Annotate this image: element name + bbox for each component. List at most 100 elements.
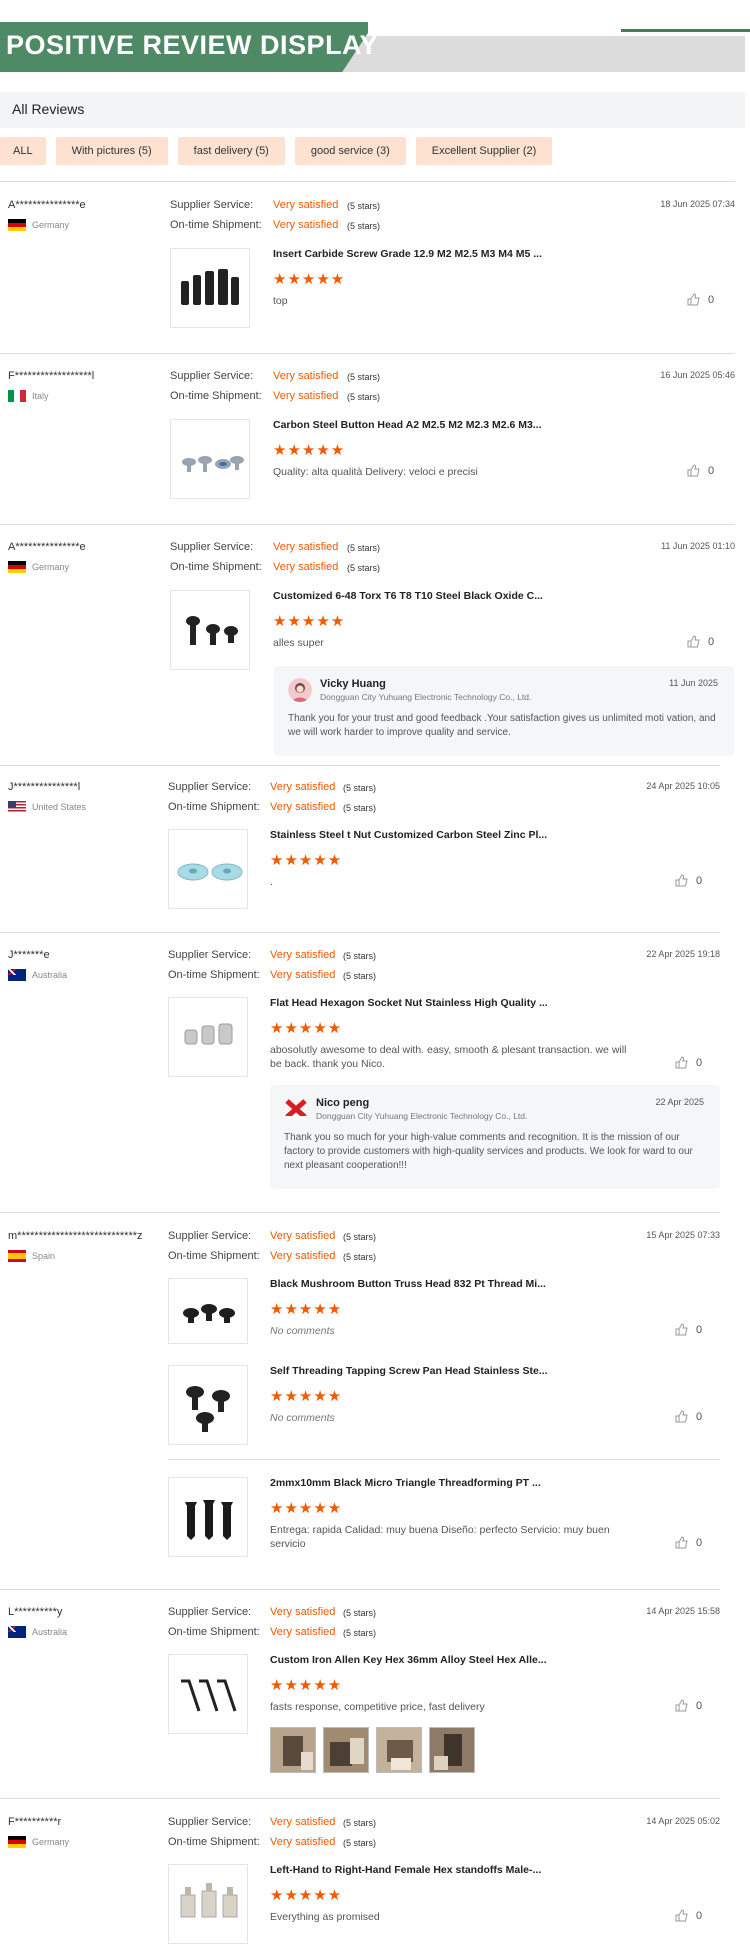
supplier-service-stars: (5 stars) (343, 1608, 377, 1618)
filter-good-service[interactable]: good service (3) (294, 137, 406, 165)
reviewer-name: A***************e (8, 541, 86, 553)
like-count: 0 (696, 1909, 703, 1922)
product-name-link[interactable]: Insert Carbide Screw Grade 12.9 M2 M2.5 … (273, 248, 542, 260)
product-name-link[interactable]: Customized 6-48 Torx T6 T8 T10 Steel Bla… (273, 590, 543, 602)
review-card: F******************l Italy Supplier Serv… (0, 370, 735, 520)
like-button[interactable]: 0 (675, 1056, 702, 1069)
country-name: Germany (32, 1837, 70, 1847)
product-thumbnail[interactable] (168, 1278, 248, 1344)
product-name-link[interactable]: Custom Iron Allen Key Hex 36mm Alloy Ste… (270, 1654, 547, 1666)
reviewer-name: L**********y (8, 1606, 63, 1618)
photo-thumbnail-icon (324, 1728, 368, 1772)
filter-with-pictures[interactable]: With pictures (5) (55, 137, 168, 165)
product-thumbnail[interactable] (168, 1864, 248, 1944)
divider (0, 353, 735, 354)
ontime-shipment-stars: (5 stars) (343, 1838, 377, 1848)
hex-standoff-image-icon (180, 1883, 238, 1918)
reviewer-country: Germany (8, 1836, 69, 1848)
reviewer-country: Italy (8, 390, 49, 402)
mushroom-screw-image-icon (183, 1304, 235, 1323)
socket-nut-image-icon (184, 1023, 233, 1045)
filter-excellent-supplier[interactable]: Excellent Supplier (2) (415, 137, 553, 165)
product-name-link[interactable]: Flat Head Hexagon Socket Nut Stainless H… (270, 997, 548, 1009)
like-count: 0 (696, 874, 703, 887)
like-button[interactable]: 0 (675, 1323, 702, 1336)
supplier-service-stars: (5 stars) (347, 201, 381, 211)
review-photo[interactable] (270, 1727, 316, 1773)
divider (0, 932, 720, 933)
reply-date: 11 Jun 2025 (669, 678, 718, 688)
thumbs-up-icon (687, 635, 700, 648)
like-button[interactable]: 0 (675, 1536, 702, 1549)
ontime-shipment-label: On-time Shipment: (168, 1250, 260, 1262)
reviewer-country: Germany (8, 561, 69, 573)
product-name-link[interactable]: Stainless Steel t Nut Customized Carbon … (270, 829, 547, 841)
flag-icon-italy (8, 390, 26, 402)
page-title: POSITIVE REVIEW DISPLAY (6, 30, 379, 60)
product-star-rating: ★★★★★ (273, 613, 346, 630)
like-count: 0 (696, 1699, 703, 1712)
reply-author: Vicky Huang (320, 678, 386, 690)
like-count: 0 (696, 1410, 703, 1423)
reviewer-name: J*******e (8, 949, 50, 961)
review-photo[interactable] (429, 1727, 475, 1773)
ontime-shipment-label: On-time Shipment: (170, 390, 262, 402)
photo-thumbnail-icon (377, 1728, 421, 1772)
product-thumbnail[interactable] (168, 1654, 248, 1734)
review-card: J***************l United States Supplier… (0, 781, 720, 921)
product-thumbnail[interactable] (170, 590, 250, 670)
product-name-link[interactable]: Left-Hand to Right-Hand Female Hex stand… (270, 1864, 541, 1876)
product-thumbnail[interactable] (168, 829, 248, 909)
product-star-rating: ★★★★★ (270, 1677, 343, 1694)
reviewer-name: A***************e (8, 199, 86, 211)
photo-thumbnail-icon (271, 1728, 315, 1772)
review-card: L**********y Australia Supplier Service:… (0, 1606, 720, 1781)
like-button[interactable]: 0 (675, 1909, 702, 1922)
product-thumbnail[interactable] (168, 1477, 248, 1557)
product-name-link[interactable]: Self Threading Tapping Screw Pan Head St… (270, 1365, 548, 1377)
ontime-shipment-rating: Very satisfied (273, 219, 339, 231)
thumbs-up-icon (687, 293, 700, 306)
product-star-rating: ★★★★★ (273, 271, 346, 288)
ontime-shipment-stars: (5 stars) (343, 1252, 377, 1262)
review-comment: fasts response, competitive price, fast … (270, 1701, 485, 1713)
review-date: 22 Apr 2025 19:18 (646, 949, 720, 959)
review-photo[interactable] (323, 1727, 369, 1773)
ontime-shipment-label: On-time Shipment: (170, 219, 262, 231)
like-button[interactable]: 0 (675, 874, 702, 887)
like-button[interactable]: 0 (687, 293, 714, 306)
flag-icon-australia (8, 969, 26, 981)
product-thumbnail[interactable] (170, 419, 250, 499)
country-name: Germany (32, 220, 70, 230)
review-comment: top (273, 295, 288, 307)
product-star-rating: ★★★★★ (270, 1020, 343, 1037)
divider (0, 524, 735, 525)
thumbs-up-icon (675, 874, 688, 887)
like-button[interactable]: 0 (675, 1410, 702, 1423)
photo-thumbnail-icon (430, 1728, 474, 1772)
supplier-service-rating: Very satisfied (273, 199, 339, 211)
review-comment: Entrega: rapida Calidad: muy buena Diseñ… (270, 1524, 610, 1550)
product-thumbnail[interactable] (168, 997, 248, 1077)
product-thumbnail[interactable] (168, 1365, 248, 1445)
review-comment: No comments (270, 1325, 335, 1337)
ontime-shipment-stars: (5 stars) (347, 563, 381, 573)
ontime-shipment-stars: (5 stars) (343, 1628, 377, 1638)
like-button[interactable]: 0 (675, 1699, 702, 1712)
product-name-link[interactable]: 2mmx10mm Black Micro Triangle Threadform… (270, 1477, 541, 1489)
like-button[interactable]: 0 (687, 464, 714, 477)
filter-all[interactable]: ALL (0, 137, 46, 165)
product-name-link[interactable]: Black Mushroom Button Truss Head 832 Pt … (270, 1278, 546, 1290)
country-name: Australia (32, 1627, 68, 1637)
like-button[interactable]: 0 (687, 635, 714, 648)
filter-fast-delivery[interactable]: fast delivery (5) (177, 137, 285, 165)
product-thumbnail[interactable] (170, 248, 250, 328)
supplier-service-label: Supplier Service: (168, 1816, 252, 1828)
like-count: 0 (696, 1056, 703, 1069)
review-date: 18 Jun 2025 07:34 (660, 199, 735, 209)
product-star-rating: ★★★★★ (273, 442, 346, 459)
review-photo[interactable] (376, 1727, 422, 1773)
product-name-link[interactable]: Carbon Steel Button Head A2 M2.5 M2 M2.3… (273, 419, 542, 431)
review-date: 11 Jun 2025 01:10 (661, 541, 735, 551)
thumbs-up-icon (675, 1410, 688, 1423)
